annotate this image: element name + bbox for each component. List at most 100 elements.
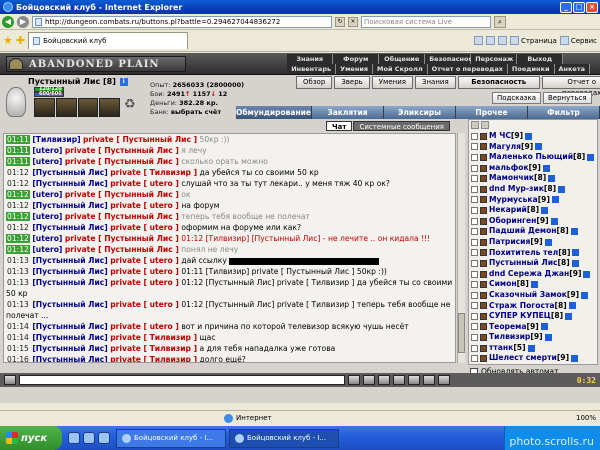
top-menu-item[interactable]: Безопасность (425, 54, 480, 64)
overview-button[interactable]: Обзор (296, 76, 333, 89)
private-target[interactable]: private [ utero ] (110, 256, 179, 265)
private-target[interactable]: private [ utero ] (110, 179, 179, 188)
online-user-name[interactable]: мальфок (489, 163, 529, 174)
top-menu-item[interactable]: Общение (379, 54, 426, 64)
info-icon[interactable] (525, 132, 533, 140)
private-message-icon[interactable] (471, 228, 478, 236)
online-user-name[interactable]: Теорема (489, 322, 526, 333)
sort-icon[interactable] (471, 121, 479, 129)
minimize-button[interactable]: _ (560, 1, 572, 13)
online-user-name[interactable]: Похититель тел (489, 248, 558, 259)
private-target[interactable]: private [ utero ] (110, 322, 179, 331)
maximize-button[interactable]: □ (573, 1, 585, 13)
online-user[interactable]: Патрисия [9] (469, 237, 597, 248)
private-target[interactable]: private [ Пустынный Лис ] (65, 190, 179, 199)
private-target[interactable]: private [ utero ] (110, 300, 179, 309)
online-user-name[interactable]: Патрисия (489, 237, 530, 248)
desktop-quicklaunch-icon[interactable] (83, 432, 95, 444)
private-message-icon[interactable] (471, 153, 478, 161)
message-time[interactable]: 01:12 (6, 245, 30, 254)
online-user-name[interactable]: Оборинген (489, 216, 536, 227)
private-target[interactable]: private [ utero ] (110, 278, 179, 287)
knowledge-button[interactable]: Знания (414, 76, 456, 89)
recycle-icon[interactable]: ♻ (124, 97, 140, 113)
message-time[interactable]: 01:12 (6, 212, 30, 221)
online-user[interactable]: Шелест смерти [9] (469, 353, 597, 364)
top-menu-item[interactable]: Знания (287, 54, 334, 64)
sender-nick[interactable]: [utero] (32, 212, 62, 221)
private-message-icon[interactable] (471, 185, 478, 193)
message-time[interactable]: 01:16 (6, 355, 30, 362)
player-name[interactable]: Пустынный Лис [8] i (28, 77, 128, 86)
message-time[interactable]: 01:12 (6, 190, 30, 199)
start-button[interactable]: пуск (0, 426, 62, 450)
close-button[interactable]: × (586, 1, 598, 13)
online-user[interactable]: СУПЕР КУПЕЦ [8] (469, 311, 597, 322)
message-time[interactable]: 01:13 (6, 278, 30, 287)
private-target[interactable]: private [ Тилвизир ] (110, 168, 197, 177)
message-time[interactable]: 01:13 (6, 300, 30, 309)
message-time[interactable]: 01:12 (6, 201, 30, 210)
online-user[interactable]: dnd Сережа Джан [9] (469, 269, 597, 280)
info-icon[interactable] (571, 355, 579, 363)
online-user[interactable]: Оборинген [9] (469, 216, 597, 227)
sub-menu-item[interactable]: Анкета (554, 64, 590, 74)
task-button[interactable]: Бойцовский клуб - I... (116, 428, 226, 448)
message-time[interactable]: 01:12 (6, 168, 30, 177)
private-message-icon[interactable] (471, 206, 478, 214)
smiley-icon[interactable] (4, 375, 16, 385)
online-user[interactable]: Магуля [9] (469, 142, 597, 153)
online-user[interactable]: Сказочный Замок [9] (469, 290, 597, 301)
online-user-name[interactable]: М ЧС (489, 131, 511, 142)
online-user-name[interactable]: Маленько Пьющий (489, 152, 573, 163)
private-message-icon[interactable] (471, 249, 478, 257)
bank-link[interactable]: выбрать счёт (171, 108, 221, 116)
online-user[interactable]: dnd Мур-зик [8] (469, 184, 597, 195)
sender-nick[interactable]: [Пустынный Лис] (32, 344, 107, 353)
private-target[interactable]: private [ Пустынный Лис ] (65, 157, 179, 166)
private-message-icon[interactable] (471, 175, 478, 183)
sender-nick[interactable]: [Пустынный Лис] (32, 333, 107, 342)
online-user[interactable]: штурмовик а[10] (469, 364, 597, 365)
message-time[interactable]: 01:11 (6, 157, 30, 166)
private-target[interactable]: private [ Тилвизир ] (110, 333, 197, 342)
online-user-name[interactable]: Пустынный Лис (489, 258, 558, 269)
feeds-button[interactable] (485, 36, 495, 45)
task-button[interactable]: Бойцовский клуб - I... (229, 428, 339, 448)
online-user[interactable]: М ЧС [9] (469, 131, 597, 142)
media-quicklaunch-icon[interactable] (98, 432, 110, 444)
private-target[interactable]: private [ Пустынный Лис ] (65, 234, 179, 243)
sender-nick[interactable]: [Пустынный Лис] (32, 168, 107, 177)
private-message-icon[interactable] (471, 302, 478, 310)
private-message-icon[interactable] (471, 238, 478, 246)
sender-nick[interactable]: [Тилвизир] (32, 135, 80, 144)
private-message-icon[interactable] (471, 217, 478, 225)
emoticons-icon[interactable] (393, 375, 405, 385)
info-icon[interactable] (540, 323, 548, 331)
sub-menu-item[interactable]: Поединки (507, 64, 555, 74)
security-button[interactable]: Безопасность (457, 76, 540, 89)
online-user-name[interactable]: Мамончик (489, 173, 534, 184)
message-time[interactable]: 01:12 (6, 223, 30, 232)
online-user-name[interactable]: Шелест смерти (489, 353, 557, 364)
stop-icon[interactable]: × (348, 16, 358, 27)
info-icon[interactable] (530, 281, 538, 289)
sender-nick[interactable]: [utero] (32, 234, 62, 243)
private-target[interactable]: private [ utero ] (110, 223, 179, 232)
private-target[interactable]: private [ Пустынный Лис ] (83, 135, 197, 144)
online-user[interactable]: Пустынный Лис [8] (469, 258, 597, 269)
info-icon[interactable] (544, 238, 552, 246)
send-icon[interactable] (348, 375, 360, 385)
top-menu-item[interactable]: Форум (333, 54, 380, 64)
info-icon[interactable] (565, 312, 573, 320)
page-menu[interactable]: Страница (509, 36, 557, 45)
private-target[interactable]: private [ Тилвизир ] (110, 355, 197, 362)
online-user-name[interactable]: Магуля (489, 142, 521, 153)
sub-menu-item[interactable]: Мой Скролл (373, 64, 428, 74)
online-user[interactable]: Теорема [9] (469, 322, 597, 333)
online-user[interactable]: Падший Демон [8] (469, 226, 597, 237)
tab-system-messages[interactable]: Системные сообщения (353, 121, 450, 131)
online-user[interactable]: Симон [8] (469, 279, 597, 290)
tab-other[interactable]: Прочее (455, 106, 528, 119)
info-icon[interactable]: i (119, 77, 128, 86)
